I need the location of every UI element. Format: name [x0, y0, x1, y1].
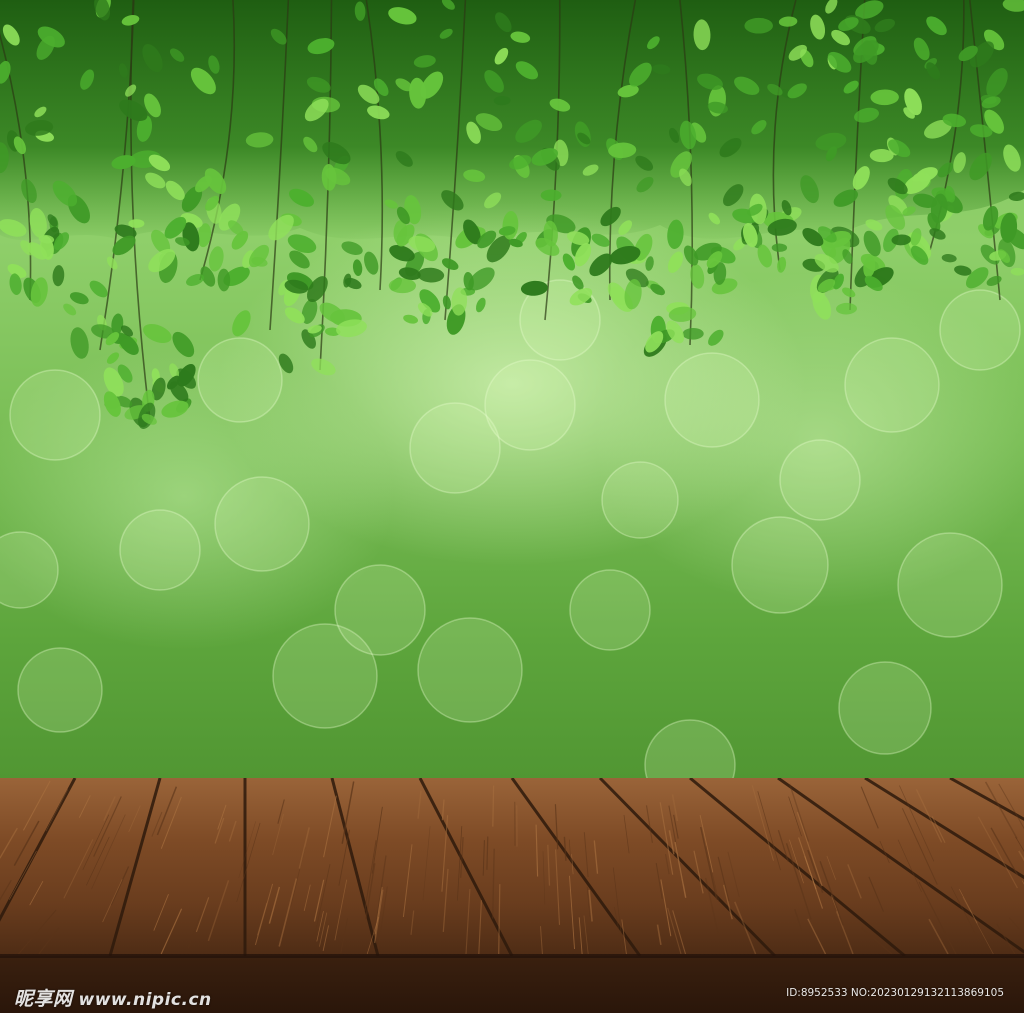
leaf [771, 243, 788, 252]
leaf [352, 259, 363, 277]
leaf [172, 331, 195, 358]
grain-line [486, 836, 489, 870]
leaf [208, 246, 224, 272]
leaf [836, 302, 857, 315]
table-edge-shadow [0, 954, 1024, 958]
leaf [341, 241, 363, 255]
photo-scene: 昵享网 www.nipic.cn ID:8952533 NO:2023012913… [0, 0, 1024, 1013]
leaf [364, 251, 379, 275]
leaf [278, 353, 294, 374]
bokeh-circle [214, 476, 310, 572]
leaf [863, 230, 881, 257]
leaf [540, 189, 562, 202]
leaf [232, 310, 251, 337]
bokeh-circle [334, 564, 426, 656]
leaf [70, 327, 89, 359]
bokeh-circle [897, 532, 1003, 638]
leaf [217, 268, 231, 292]
leaf [69, 292, 89, 305]
leaf [777, 256, 787, 273]
leaf [708, 329, 724, 346]
wooden-tabletop [0, 778, 1024, 1013]
leaf [388, 278, 417, 294]
leaf [311, 358, 336, 376]
leaf [986, 275, 1002, 286]
watermark-brand: 昵享网 www.nipic.cn [14, 984, 212, 1011]
watermark-brand-name: 昵享网 [14, 988, 73, 1010]
leaf [744, 17, 773, 34]
leaf [89, 280, 108, 298]
grain-line [492, 785, 495, 827]
leaf [667, 251, 684, 273]
bokeh-circle [417, 617, 523, 723]
bokeh-circle [17, 647, 103, 733]
leaf [52, 265, 65, 287]
leaf [475, 297, 486, 313]
leaf [1010, 267, 1024, 276]
leaf [442, 295, 451, 310]
leaf [143, 323, 172, 344]
leaf [520, 280, 548, 296]
bokeh-circle [601, 461, 679, 539]
leaf [417, 267, 445, 283]
watermark-id: ID:8952533 NO:20230129132113869105 [786, 987, 1004, 999]
bokeh-circle [0, 531, 59, 609]
bokeh-circle [731, 516, 829, 614]
leaf [842, 287, 856, 298]
leaf [128, 219, 145, 228]
bokeh-circle [569, 569, 651, 651]
hanging-leaves [0, 0, 1024, 429]
bokeh-circle [119, 509, 201, 591]
leaf [682, 327, 704, 340]
bokeh-circle [838, 661, 932, 755]
leaf [106, 352, 120, 364]
leaf [63, 303, 77, 316]
leaf [403, 314, 419, 324]
leaf [941, 254, 957, 263]
watermark-site: www.nipic.cn [78, 990, 212, 1010]
